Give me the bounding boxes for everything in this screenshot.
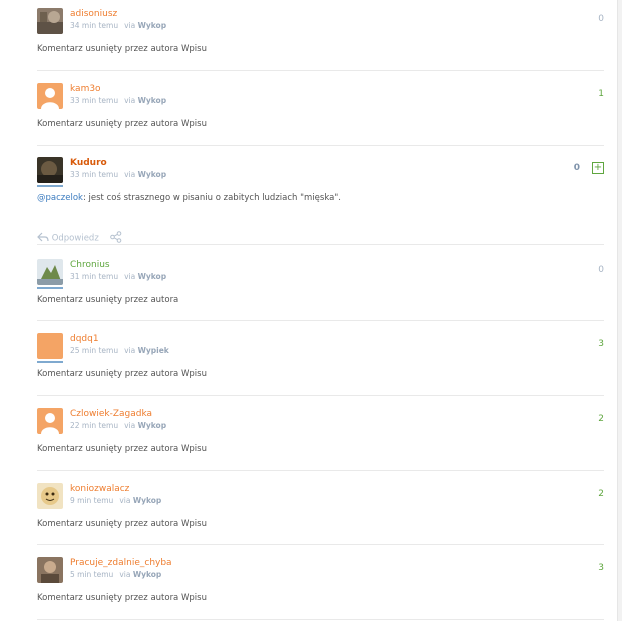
comment-meta: 33 min temu via Wykop (70, 170, 166, 179)
username-link[interactable]: Kuduro (70, 158, 107, 168)
divider (37, 470, 604, 471)
comment-meta: 5 min temu via Wykop (70, 570, 161, 579)
comment-item: Czlowiek-Zagadka 22 min temu via Wykop 2 … (37, 408, 604, 468)
vote-count: 0 (598, 265, 604, 275)
avatar[interactable] (37, 408, 63, 434)
comment-body: Komentarz usunięty przez autora Wpisu (37, 369, 207, 379)
divider (37, 244, 604, 245)
comment-body: Komentarz usunięty przez autora Wpisu (37, 519, 207, 529)
vote-count: 3 (598, 339, 604, 349)
vote-count: 0 (598, 14, 604, 24)
via-label: via (124, 21, 136, 30)
vote-count: 3 (598, 563, 604, 573)
source-link[interactable]: Wykop (133, 496, 161, 505)
comment-time: 25 min temu (70, 346, 119, 355)
username-link[interactable]: Czlowiek-Zagadka (70, 409, 152, 419)
via-label: via (124, 421, 136, 430)
via-label: via (124, 170, 136, 179)
vote-count: 1 (598, 89, 604, 99)
divider (37, 70, 604, 71)
comment-meta: 9 min temu via Wykop (70, 496, 161, 505)
comment-item: Kuduro 33 min temu via Wykop 0 + @paczelo… (37, 157, 604, 244)
comment-body: Komentarz usunięty przez autora Wpisu (37, 44, 207, 54)
comment-time: 5 min temu (70, 570, 114, 579)
comment-body: @paczelok: jest coś strasznego w pisaniu… (37, 193, 341, 203)
comment-meta: 31 min temu via Wykop (70, 272, 166, 281)
source-link[interactable]: Wykop (138, 421, 166, 430)
comment-meta: 33 min temu via Wykop (70, 96, 166, 105)
vote-count: 0 (573, 163, 580, 173)
avatar[interactable] (37, 157, 63, 183)
username-link[interactable]: koniozwalacz (70, 484, 129, 494)
comment-body: Komentarz usunięty przez autora Wpisu (37, 444, 207, 454)
comment-text: : jest coś strasznego w pisaniu o zabity… (82, 193, 341, 203)
comment-item: Chronius 31 min temu via Wykop 0 Komentar… (37, 259, 604, 319)
avatar-underline (37, 185, 63, 187)
username-link[interactable]: kam3o (70, 84, 101, 94)
comment-time: 33 min temu (70, 170, 119, 179)
username-link[interactable]: adisoniusz (70, 9, 117, 19)
comment-meta: 25 min temu via Wypiek (70, 346, 169, 355)
divider (37, 619, 604, 620)
avatar-underline (37, 361, 63, 363)
vote-plus-button[interactable]: + (592, 162, 604, 174)
comment-item: kam3o 33 min temu via Wykop 1 Komentarz u… (37, 83, 604, 143)
comment-item: adisoniusz 34 min temu via Wykop 0 Koment… (37, 8, 604, 68)
username-link[interactable]: Pracuje_zdalnie_chyba (70, 558, 172, 568)
user-silhouette-icon (37, 408, 63, 434)
divider (37, 544, 604, 545)
comment-body: Komentarz usunięty przez autora Wpisu (37, 593, 207, 603)
source-link[interactable]: Wykop (133, 570, 161, 579)
source-link[interactable]: Wykop (138, 21, 166, 30)
avatar[interactable] (37, 83, 63, 109)
comment-item: dqdq1 25 min temu via Wypiek 3 Komentarz … (37, 333, 604, 393)
vote-count: 2 (598, 414, 604, 424)
source-link[interactable]: Wykop (138, 96, 166, 105)
comment-time: 31 min temu (70, 272, 119, 281)
via-label: via (124, 346, 136, 355)
vote-count: 2 (598, 489, 604, 499)
comment-item: Pracuje_zdalnie_chyba 5 min temu via Wyko… (37, 557, 604, 617)
via-label: via (119, 570, 131, 579)
mention-link[interactable]: @paczelok (37, 193, 83, 203)
comment-time: 22 min temu (70, 421, 119, 430)
user-silhouette-icon (37, 83, 63, 109)
comment-meta: 34 min temu via Wykop (70, 21, 166, 30)
comment-body: Komentarz usunięty przez autora Wpisu (37, 119, 207, 129)
divider (37, 145, 604, 146)
divider (37, 395, 604, 396)
via-label: via (119, 496, 131, 505)
via-label: via (124, 96, 136, 105)
username-link[interactable]: Chronius (70, 260, 110, 270)
comment-time: 34 min temu (70, 21, 119, 30)
reply-button[interactable]: Odpowiedz (52, 234, 99, 244)
avatar[interactable] (37, 557, 63, 583)
source-link[interactable]: Wykop (138, 272, 166, 281)
comment-meta: 22 min temu via Wykop (70, 421, 166, 430)
username-link[interactable]: dqdq1 (70, 334, 99, 344)
avatar[interactable] (37, 8, 63, 34)
source-link[interactable]: Wykop (138, 170, 166, 179)
avatar-underline (37, 287, 63, 289)
comment-item: koniozwalacz 9 min temu via Wykop 2 Komen… (37, 483, 604, 543)
comment-time: 33 min temu (70, 96, 119, 105)
avatar[interactable] (37, 333, 63, 359)
page-scrollbar-edge (617, 0, 622, 621)
via-label: via (124, 272, 136, 281)
comment-body: Komentarz usunięty przez autora (37, 295, 179, 305)
source-link[interactable]: Wypiek (138, 346, 169, 355)
divider (37, 320, 604, 321)
avatar[interactable] (37, 259, 63, 285)
avatar[interactable] (37, 483, 63, 509)
comment-time: 9 min temu (70, 496, 114, 505)
